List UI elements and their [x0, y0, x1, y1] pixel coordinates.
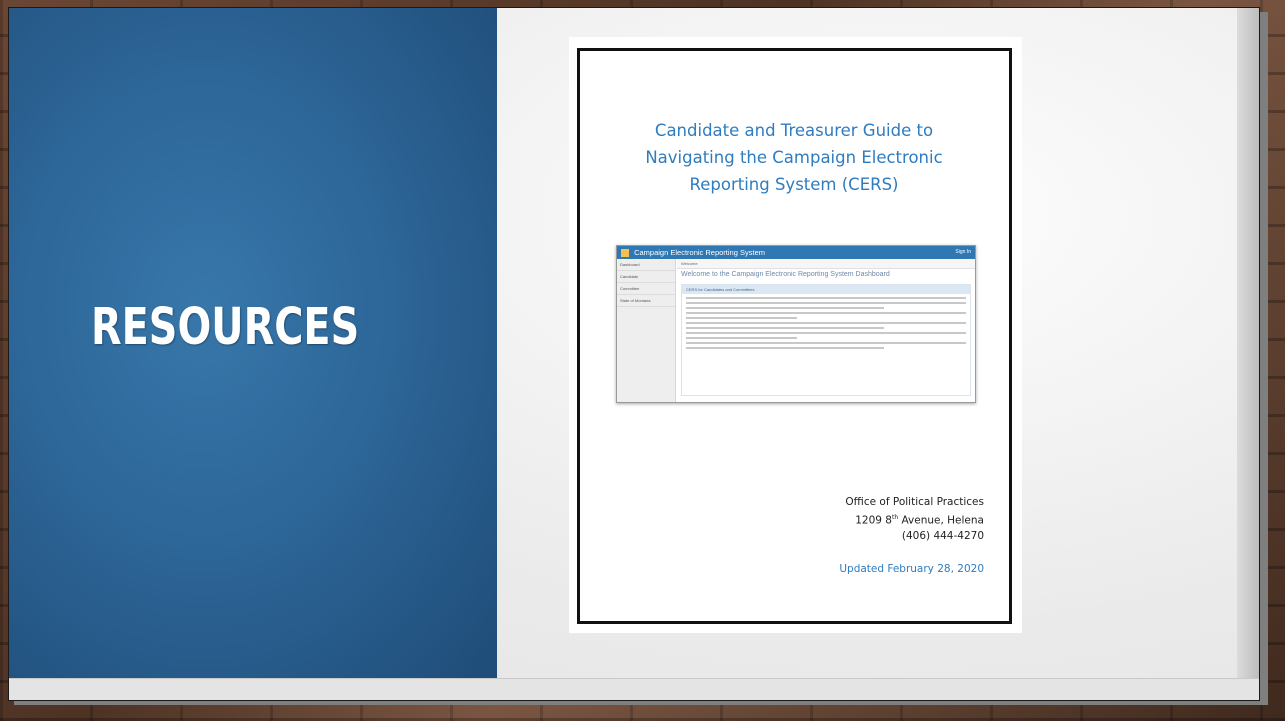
cers-nav-item: Candidate — [617, 271, 675, 283]
guide-title-line: Navigating the Campaign Electronic — [645, 148, 943, 167]
cers-app-title: Campaign Electronic Reporting System — [634, 248, 765, 257]
cers-dashboard-screenshot: Campaign Electronic Reporting System Sig… — [616, 245, 976, 403]
slide-bottom-strip — [9, 678, 1259, 700]
text-line — [686, 302, 966, 304]
cers-nav-item: State of Montana — [617, 295, 675, 307]
guide-cover-image: Candidate and Treasurer Guide to Navigat… — [569, 37, 1022, 633]
text-line — [686, 312, 966, 314]
office-phone: (406) 444-4270 — [901, 529, 984, 542]
cers-welcome-heading: Welcome to the Campaign Electronic Repor… — [681, 271, 890, 278]
cers-nav-item: Dashboard — [617, 259, 675, 271]
text-line — [686, 317, 798, 319]
cers-header-bar: Campaign Electronic Reporting System Sig… — [617, 246, 975, 259]
text-line — [686, 347, 884, 349]
guide-title-line: Reporting System (CERS) — [689, 175, 899, 194]
street-rest: Avenue, Helena — [898, 514, 984, 527]
cers-nav-item: Committee — [617, 283, 675, 295]
guide-title: Candidate and Treasurer Guide to Navigat… — [609, 117, 979, 198]
office-name: Office of Political Practices — [845, 496, 984, 508]
slide-title: RESOURCES — [91, 298, 360, 357]
text-line — [686, 297, 966, 299]
office-street: 1209 8th Avenue, Helena — [845, 510, 984, 529]
cers-info-box: CERS for Candidates and Committees — [681, 284, 971, 396]
office-address: Office of Political Practices 1209 8th A… — [845, 495, 984, 544]
sign-in-link: Sign In — [955, 249, 971, 255]
slide-right-edge — [1237, 8, 1259, 678]
updated-date: Updated February 28, 2020 — [839, 563, 984, 575]
montana-logo-icon — [621, 249, 629, 258]
street-number: 1209 8 — [855, 514, 892, 527]
guide-title-line: Candidate and Treasurer Guide to — [654, 121, 934, 140]
cers-sidebar: Dashboard Candidate Committee State of M… — [617, 259, 676, 402]
cers-info-box-heading: CERS for Candidates and Committees — [682, 285, 970, 294]
text-line — [686, 327, 884, 329]
text-line — [686, 332, 966, 334]
text-line — [686, 342, 966, 344]
text-line — [686, 337, 798, 339]
text-line — [686, 322, 966, 324]
cers-breadcrumb: Welcome — [677, 259, 975, 269]
text-line — [686, 307, 884, 309]
slide: RESOURCES Candidate and Treasurer Guide … — [8, 7, 1260, 701]
